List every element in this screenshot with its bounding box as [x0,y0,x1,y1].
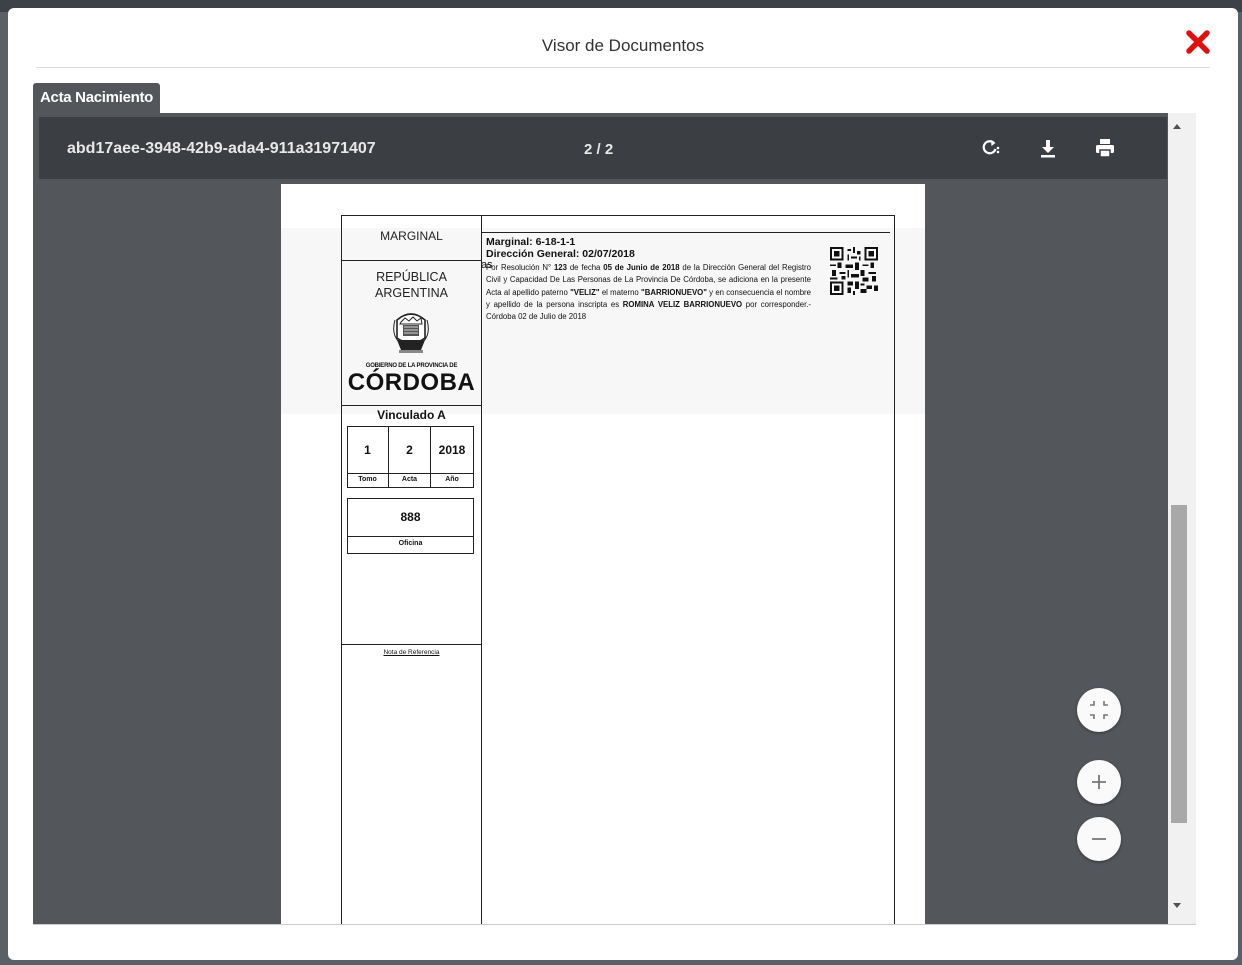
marginal-line: Marginal: 6-18-1-1 [486,236,576,248]
scroll-up-arrow-icon[interactable] [1173,124,1181,129]
rule [341,644,482,645]
rule [347,536,474,537]
modal-title: Visor de Documentos [541,36,705,55]
rule [481,232,890,233]
scrollbar-thumb[interactable] [1171,505,1187,823]
page-indicator: 2 / 2 [584,141,614,158]
oficina-value: 888 [400,510,421,524]
zoom-out-icon [1092,838,1106,840]
marginal-text-block: Marginal: 6-18-1-1 Dirección General: 02… [486,236,811,323]
oficina-label: Oficina [398,540,423,547]
body-text: 123 [553,263,567,272]
tab-acta-nacimiento[interactable]: Acta Nacimiento [33,83,161,113]
zoom-in-button[interactable] [1077,760,1121,804]
tomo-label: Tomo [358,476,377,483]
body-text: Por Resolución N° [486,263,554,272]
scroll-down-arrow-icon[interactable] [1173,903,1181,908]
close-x-icon [1186,30,1210,54]
marginal-header: MARGINAL [380,229,443,243]
document-page: MARGINAL REPÚBLICA ARGENTINA GOBIERNO DE… [281,184,925,924]
rule [347,473,474,474]
country-line1: REPÚBLICA [376,270,447,284]
body-text: "VELIZ" [570,287,600,297]
body-text: "BARRIONUEVO" [641,287,707,297]
rule [481,215,895,216]
country-label: REPÚBLICA ARGENTINA [341,269,482,301]
download-icon [1041,140,1055,158]
body-text: el materno [599,287,642,297]
pdf-viewer[interactable]: abd17aee-3948-42b9-ada4-911a31971407 2 /… [33,113,1196,924]
fit-page-icon [1090,701,1108,719]
download-button[interactable] [1037,137,1059,159]
viewer-bottom-divider [33,924,1196,925]
acta-label: Acta [401,476,418,483]
direccion-line: Dirección General: 02/07/2018 [486,248,635,260]
print-button[interactable] [1094,137,1116,159]
body-text: 05 de Junio de 2018 [603,263,680,272]
acta-value: 2 [406,443,413,457]
zoom-out-button[interactable] [1077,817,1121,861]
qr-code-icon [830,247,878,295]
anio-value: 2018 [438,443,466,457]
close-button[interactable] [1184,28,1212,56]
nota-referencia-label: Nota de Referencia [383,649,440,656]
fit-page-button[interactable] [1077,688,1121,732]
vinculado-label: Vinculado A [377,408,446,422]
rotate-button[interactable] [979,137,1001,159]
document-id: abd17aee-3948-42b9-ada4-911a31971407 [67,140,376,157]
rule [894,215,895,924]
rule [341,260,482,261]
body-text: ROMINA VELIZ BARRIONUEVO [622,299,743,309]
marginal-body: Por Resolución N° 123 de fecha 05 de Jun… [486,262,811,323]
anio-label: Año [445,476,459,483]
print-icon [1096,139,1114,158]
rotate-icon [982,140,1000,155]
zoom-in-icon [1092,775,1106,789]
province-name: CÓRDOBA [347,369,476,396]
body-text: de fecha [566,263,604,272]
tomo-value: 1 [364,443,371,457]
viewer-toolbar: abd17aee-3948-42b9-ada4-911a31971407 2 /… [39,117,1167,179]
country-line2: ARGENTINA [375,286,448,300]
title-divider [36,67,1210,68]
coat-of-arms-icon [393,313,429,353]
rule [341,405,482,406]
